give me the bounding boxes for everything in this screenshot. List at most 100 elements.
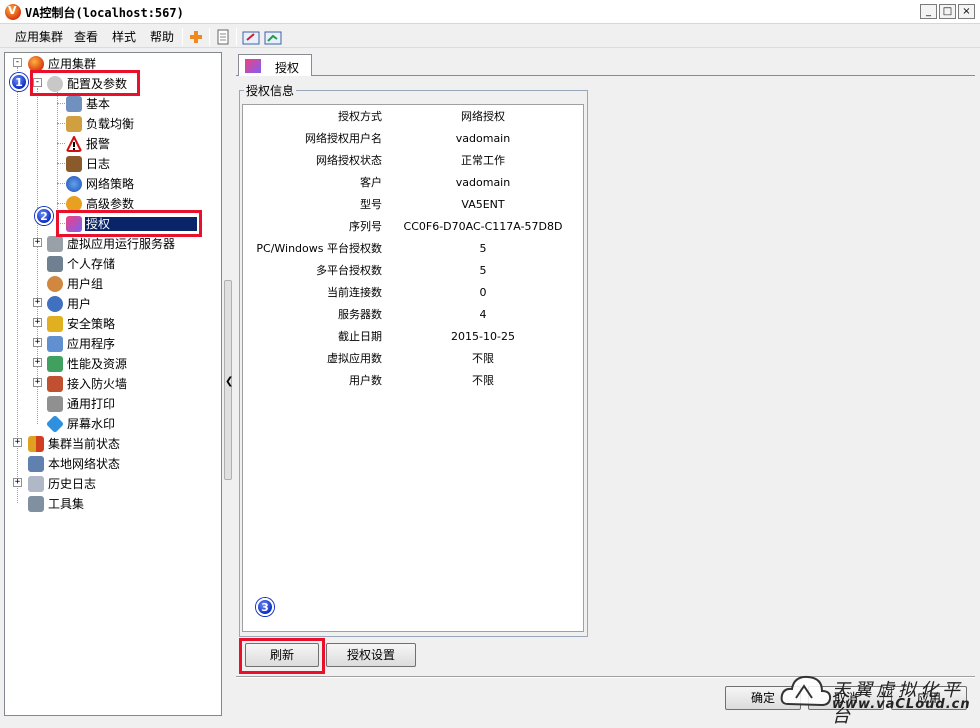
- tree-expand-toggle[interactable]: +: [13, 438, 22, 447]
- printer-icon: [47, 395, 63, 412]
- license-info-label: 服务器数: [338, 308, 382, 321]
- tree-item-local-network[interactable]: 本地网络状态: [28, 454, 121, 472]
- application-icon: [47, 335, 63, 352]
- license-info-label: 授权方式: [338, 110, 382, 123]
- tree-connector: [57, 103, 65, 104]
- status-chart-icon: [28, 435, 44, 452]
- tree-expand-toggle[interactable]: +: [33, 358, 42, 367]
- license-info-value: 正常工作: [461, 154, 505, 167]
- window-title: VA控制台(localhost:567): [25, 6, 184, 20]
- tree-expand-toggle[interactable]: +: [33, 338, 42, 347]
- basic-settings-icon: [66, 95, 82, 112]
- license-info-label: 当前连接数: [327, 286, 382, 299]
- tree-item-personal-storage[interactable]: 个人存储: [47, 254, 116, 272]
- title-bar: VA控制台(localhost:567) _ □ ×: [0, 0, 980, 24]
- tree-item-users[interactable]: 用户: [47, 294, 92, 312]
- tab-strip: [236, 52, 975, 76]
- menu-bar: 应用集群 查看 样式 帮助: [0, 25, 980, 48]
- tree-expand-toggle[interactable]: +: [33, 238, 42, 247]
- firewall-icon: [47, 375, 63, 392]
- tree-item-universal-print[interactable]: 通用打印: [47, 394, 116, 412]
- menu-help[interactable]: 帮助: [148, 28, 176, 46]
- license-info-label: 型号: [360, 198, 382, 211]
- menu-view[interactable]: 查看: [72, 28, 100, 46]
- license-info-value: 4: [479, 308, 487, 321]
- import-icon[interactable]: [264, 29, 282, 45]
- tree-connector: [57, 143, 65, 144]
- tree-item-applications[interactable]: 应用程序: [47, 334, 116, 352]
- performance-chart-icon: [47, 355, 63, 372]
- tree-item-basic[interactable]: 基本: [66, 94, 111, 112]
- user-group-icon: [47, 275, 63, 292]
- history-icon: [28, 475, 44, 492]
- tab-license[interactable]: 授权: [238, 54, 312, 77]
- license-info-value: 5: [479, 242, 487, 255]
- minimize-button[interactable]: _: [920, 4, 937, 19]
- tree-item-toolset[interactable]: 工具集: [28, 494, 85, 512]
- tree-item-alarm[interactable]: 报警: [66, 134, 111, 152]
- tree-item-network-policy[interactable]: 网络策略: [66, 174, 135, 192]
- server-icon: [47, 235, 63, 252]
- document-icon[interactable]: [214, 29, 232, 45]
- tree-item-cluster-status[interactable]: 集群当前状态: [28, 434, 121, 452]
- globe-icon: [66, 175, 82, 192]
- tree-item-screen-watermark[interactable]: 屏幕水印: [45, 414, 116, 433]
- tree-item-user-groups[interactable]: 用户组: [47, 274, 104, 292]
- license-info-value: 0: [479, 286, 487, 299]
- watermark-cloud-logo: [780, 675, 832, 707]
- license-tab-icon: [245, 59, 261, 73]
- tree-connector: [57, 163, 65, 164]
- license-info-value: 网络授权: [461, 110, 505, 123]
- license-info-value: VA5ENT: [461, 198, 505, 211]
- storage-icon: [47, 255, 63, 272]
- tree-item-performance[interactable]: 性能及资源: [47, 354, 128, 372]
- license-info-label: 虚拟应用数: [327, 352, 382, 365]
- license-info-value: 5: [479, 264, 487, 277]
- step-badge-1: 1: [10, 73, 28, 91]
- tree-connector: [57, 123, 65, 124]
- app-logo-icon: [5, 4, 21, 20]
- log-book-icon: [66, 155, 82, 172]
- toolbar-separator: [236, 28, 237, 46]
- tree-collapse-toggle[interactable]: -: [13, 58, 22, 67]
- close-button[interactable]: ×: [958, 4, 975, 19]
- menu-app-cluster[interactable]: 应用集群: [13, 28, 65, 46]
- tree-item-log[interactable]: 日志: [66, 154, 111, 172]
- lock-icon: [47, 315, 63, 332]
- menu-style[interactable]: 样式: [110, 28, 138, 46]
- tree-item-history-log[interactable]: 历史日志: [28, 474, 97, 492]
- license-settings-button[interactable]: 授权设置: [326, 643, 416, 667]
- add-icon[interactable]: [187, 29, 205, 45]
- tag-icon: [45, 414, 65, 433]
- tools-icon: [28, 495, 44, 512]
- tree-expand-toggle[interactable]: +: [33, 378, 42, 387]
- user-icon: [47, 295, 63, 312]
- license-info-label: PC/Windows 平台授权数: [256, 242, 382, 255]
- tree-item-firewall[interactable]: 接入防火墙: [47, 374, 128, 392]
- tree-connector: [57, 203, 65, 204]
- license-info-value: vadomain: [455, 132, 511, 145]
- tree-item-security-policy[interactable]: 安全策略: [47, 314, 116, 332]
- tree-expand-toggle[interactable]: +: [33, 298, 42, 307]
- license-info-label: 用户数: [349, 374, 382, 387]
- tree-expand-toggle[interactable]: +: [13, 478, 22, 487]
- license-info-value: CC0F6-D70AC-C117A-57D8D: [403, 220, 563, 233]
- license-info-label: 多平台授权数: [316, 264, 382, 277]
- export-icon[interactable]: [242, 29, 260, 45]
- tree-expand-toggle[interactable]: +: [33, 318, 42, 327]
- maximize-button[interactable]: □: [939, 4, 956, 19]
- tree-connector: [57, 183, 65, 184]
- license-info-label: 截止日期: [338, 330, 382, 343]
- license-info-value: vadomain: [455, 176, 511, 189]
- license-info-title: 授权信息: [244, 82, 297, 99]
- license-info-label: 网络授权状态: [316, 154, 382, 167]
- balance-scale-icon: [66, 115, 82, 132]
- highlight-box-config: [30, 70, 140, 96]
- highlight-box-license: [56, 210, 202, 237]
- step-badge-2: 2: [35, 207, 53, 225]
- license-info-value: 不限: [472, 374, 494, 387]
- tree-item-load-balance[interactable]: 负载均衡: [66, 114, 135, 132]
- license-info-value: 2015-10-25: [451, 330, 515, 343]
- toolbar-separator: [209, 28, 210, 46]
- license-info-value: 不限: [472, 352, 494, 365]
